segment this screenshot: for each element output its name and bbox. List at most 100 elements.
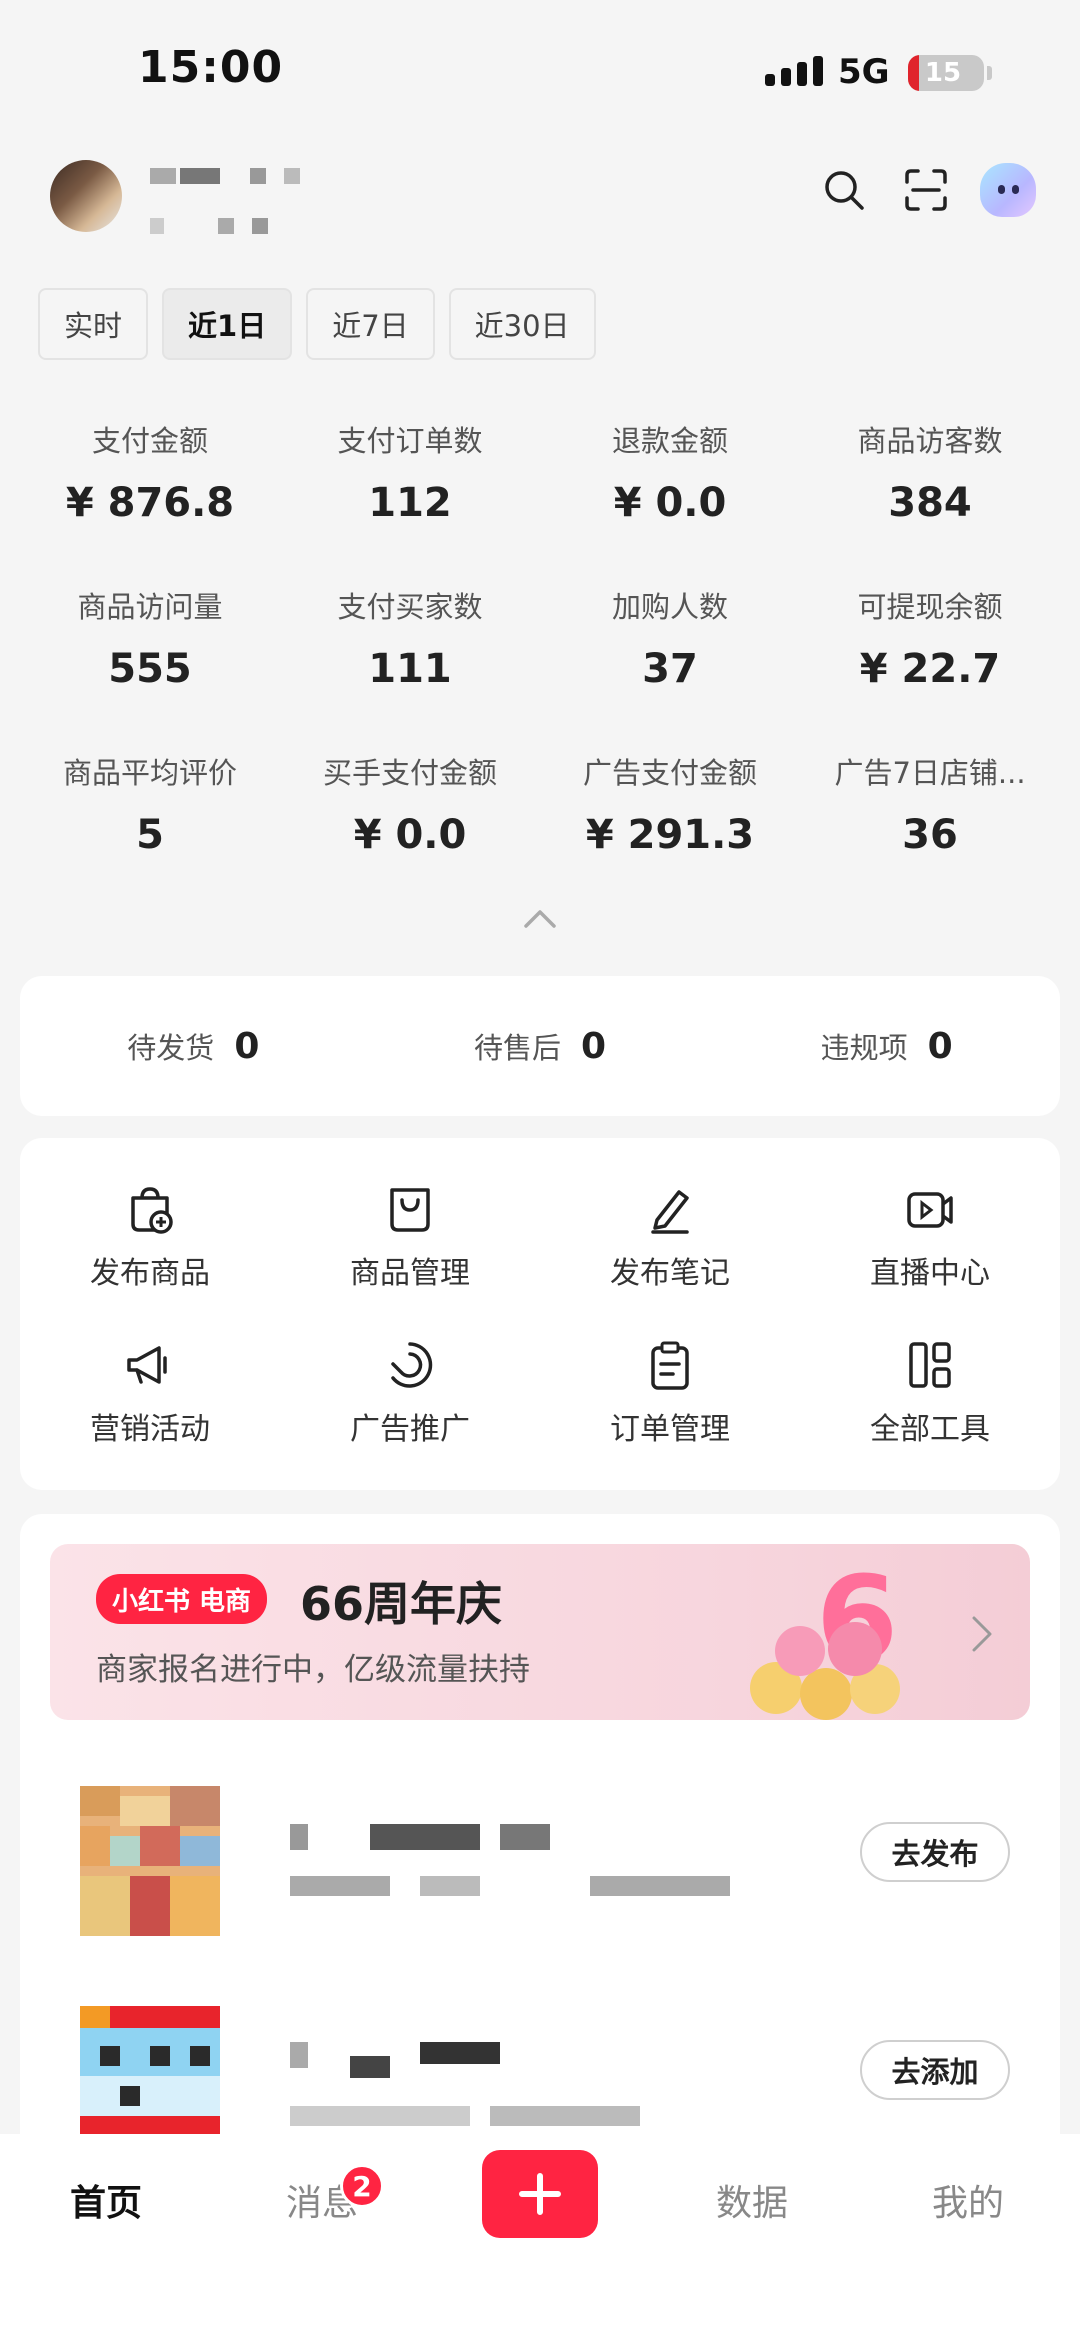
tool-label: 直播中心 (870, 1256, 990, 1291)
metric-item[interactable]: 退款金额 ¥ 0.0 (540, 418, 800, 526)
pending-violations[interactable]: 违规项 0 (713, 976, 1060, 1116)
tool-advertising[interactable]: 广告推广 (280, 1336, 540, 1448)
metric-label: 商品平均评价 (62, 756, 237, 790)
tasks-card: 小红书 电商 66周年庆 商家报名进行中，亿级流量扶持 6 去发布 去添加 (20, 1514, 1060, 2234)
pen-icon (651, 1190, 689, 1234)
assistant-mascot-icon[interactable] (980, 163, 1036, 217)
pending-label: 违规项 (820, 1031, 908, 1065)
metric-value: ¥ 291.3 (585, 812, 755, 858)
pending-count: 0 (927, 1025, 953, 1067)
metric-value: 36 (902, 812, 958, 858)
search-icon[interactable] (816, 162, 872, 218)
metric-label: 加购人数 (611, 590, 728, 624)
metric-label: 商品访问量 (77, 590, 223, 624)
metric-value: 37 (642, 646, 698, 692)
metric-item[interactable]: 支付订单数 112 (280, 418, 540, 526)
pending-count: 0 (580, 1025, 607, 1067)
nav-home[interactable]: 首页 (70, 2174, 142, 2226)
metric-label: 广告支付金额 (582, 756, 757, 790)
tool-label: 广告推广 (350, 1412, 470, 1447)
bag-icon (390, 1188, 430, 1232)
status-time: 15:00 (138, 42, 284, 93)
bottom-nav: 首页 消息 2 数据 我的 (0, 2134, 1080, 2341)
collapse-chevron-icon[interactable] (522, 906, 558, 930)
pending-after-sales[interactable]: 待售后 0 (367, 976, 714, 1116)
create-button[interactable] (482, 2150, 598, 2238)
messages-badge: 2 (340, 2164, 384, 2208)
metric-value: 5 (136, 812, 164, 858)
battery-tip (987, 66, 992, 80)
clipboard-icon (651, 1341, 689, 1390)
tool-label: 发布笔记 (610, 1256, 730, 1291)
tab-7-days[interactable]: 近7日 (306, 288, 435, 360)
tool-live-center[interactable]: 直播中心 (800, 1180, 1060, 1292)
tool-label: 商品管理 (350, 1256, 470, 1291)
metric-item[interactable]: 加购人数 37 (540, 584, 800, 692)
metric-item[interactable]: 支付金额 ¥ 876.8 (20, 418, 280, 526)
metric-label: 广告7日店铺... (834, 756, 1026, 790)
nav-mine[interactable]: 我的 (932, 2174, 1004, 2226)
metric-item[interactable]: 商品访问量 555 (20, 584, 280, 692)
tools-card: 发布商品 商品管理 发布笔记 直播中心 营销活动 广告推广 订单管理 全部工具 (20, 1138, 1060, 1490)
pending-shipment[interactable]: 待发货 0 (20, 976, 367, 1116)
publish-product-icon (131, 1187, 173, 1234)
pending-label: 待发货 (127, 1031, 215, 1065)
tool-order-management[interactable]: 订单管理 (540, 1336, 800, 1448)
video-icon (907, 1192, 953, 1228)
metric-label: 可提现余额 (857, 590, 1003, 624)
metric-value: ¥ 0.0 (613, 480, 727, 526)
tool-publish-note[interactable]: 发布笔记 (540, 1180, 800, 1292)
metric-label: 商品访客数 (857, 424, 1003, 458)
metric-label: 支付买家数 (337, 590, 483, 624)
shop-avatar[interactable] (50, 160, 122, 232)
nav-data[interactable]: 数据 (716, 2174, 788, 2226)
tool-product-management[interactable]: 商品管理 (280, 1180, 540, 1292)
task-item: 去发布 (60, 1786, 1020, 1946)
period-tabs: 实时 近1日 近7日 近30日 (38, 288, 596, 360)
grid-icon (909, 1342, 951, 1388)
metric-value: 555 (108, 646, 192, 692)
tab-realtime[interactable]: 实时 (38, 288, 149, 360)
task-thumbnail (80, 1786, 220, 1936)
megaphone-icon (127, 1346, 167, 1384)
battery-icon: 15 (908, 55, 984, 91)
metric-label: 支付金额 (91, 424, 208, 458)
metric-value: ¥ 0.0 (353, 812, 467, 858)
metric-item[interactable]: 广告7日店铺... 36 (800, 750, 1060, 858)
tool-label: 营销活动 (90, 1412, 210, 1447)
add-task-button[interactable]: 去添加 (860, 2040, 1010, 2100)
anniversary-banner[interactable]: 小红书 电商 66周年庆 商家报名进行中，亿级流量扶持 6 (50, 1544, 1030, 1720)
pending-label: 待售后 (473, 1031, 561, 1065)
chevron-right-icon (972, 1616, 992, 1652)
publish-task-button[interactable]: 去发布 (860, 1822, 1010, 1882)
metric-item[interactable]: 广告支付金额 ¥ 291.3 (540, 750, 800, 858)
metric-item[interactable]: 商品平均评价 5 (20, 750, 280, 858)
metric-value: ¥ 876.8 (65, 480, 235, 526)
tab-1-day[interactable]: 近1日 (162, 288, 293, 360)
tool-publish-product[interactable]: 发布商品 (20, 1180, 280, 1292)
tool-label: 全部工具 (870, 1412, 990, 1447)
banner-subtitle: 商家报名进行中，亿级流量扶持 (96, 1652, 530, 1688)
metric-item[interactable]: 支付买家数 111 (280, 584, 540, 692)
tab-30-days[interactable]: 近30日 (448, 288, 596, 360)
metric-value: ¥ 22.7 (859, 646, 1001, 692)
metric-value: 111 (368, 646, 452, 692)
tool-all-tools[interactable]: 全部工具 (800, 1336, 1060, 1448)
brand-badge: 小红书 电商 (96, 1574, 268, 1624)
metric-item[interactable]: 买手支付金额 ¥ 0.0 (280, 750, 540, 858)
tool-marketing[interactable]: 营销活动 (20, 1336, 280, 1448)
metric-item[interactable]: 商品访客数 384 (800, 418, 1060, 526)
scan-icon[interactable] (898, 162, 954, 218)
metric-item[interactable]: 可提现余额 ¥ 22.7 (800, 584, 1060, 692)
tool-label: 发布商品 (90, 1256, 210, 1291)
plus-icon (519, 2173, 561, 2215)
metric-value: 384 (888, 480, 972, 526)
pending-count: 0 (234, 1025, 260, 1067)
metric-label: 支付订单数 (337, 424, 483, 458)
signal-icon (765, 56, 823, 86)
status-bar: 15:00 5G 15 (0, 0, 1080, 145)
metric-value: 112 (368, 480, 452, 526)
battery-level: 15 (924, 58, 962, 88)
promotion-icon (391, 1342, 433, 1388)
metric-label: 买手支付金额 (322, 756, 497, 790)
